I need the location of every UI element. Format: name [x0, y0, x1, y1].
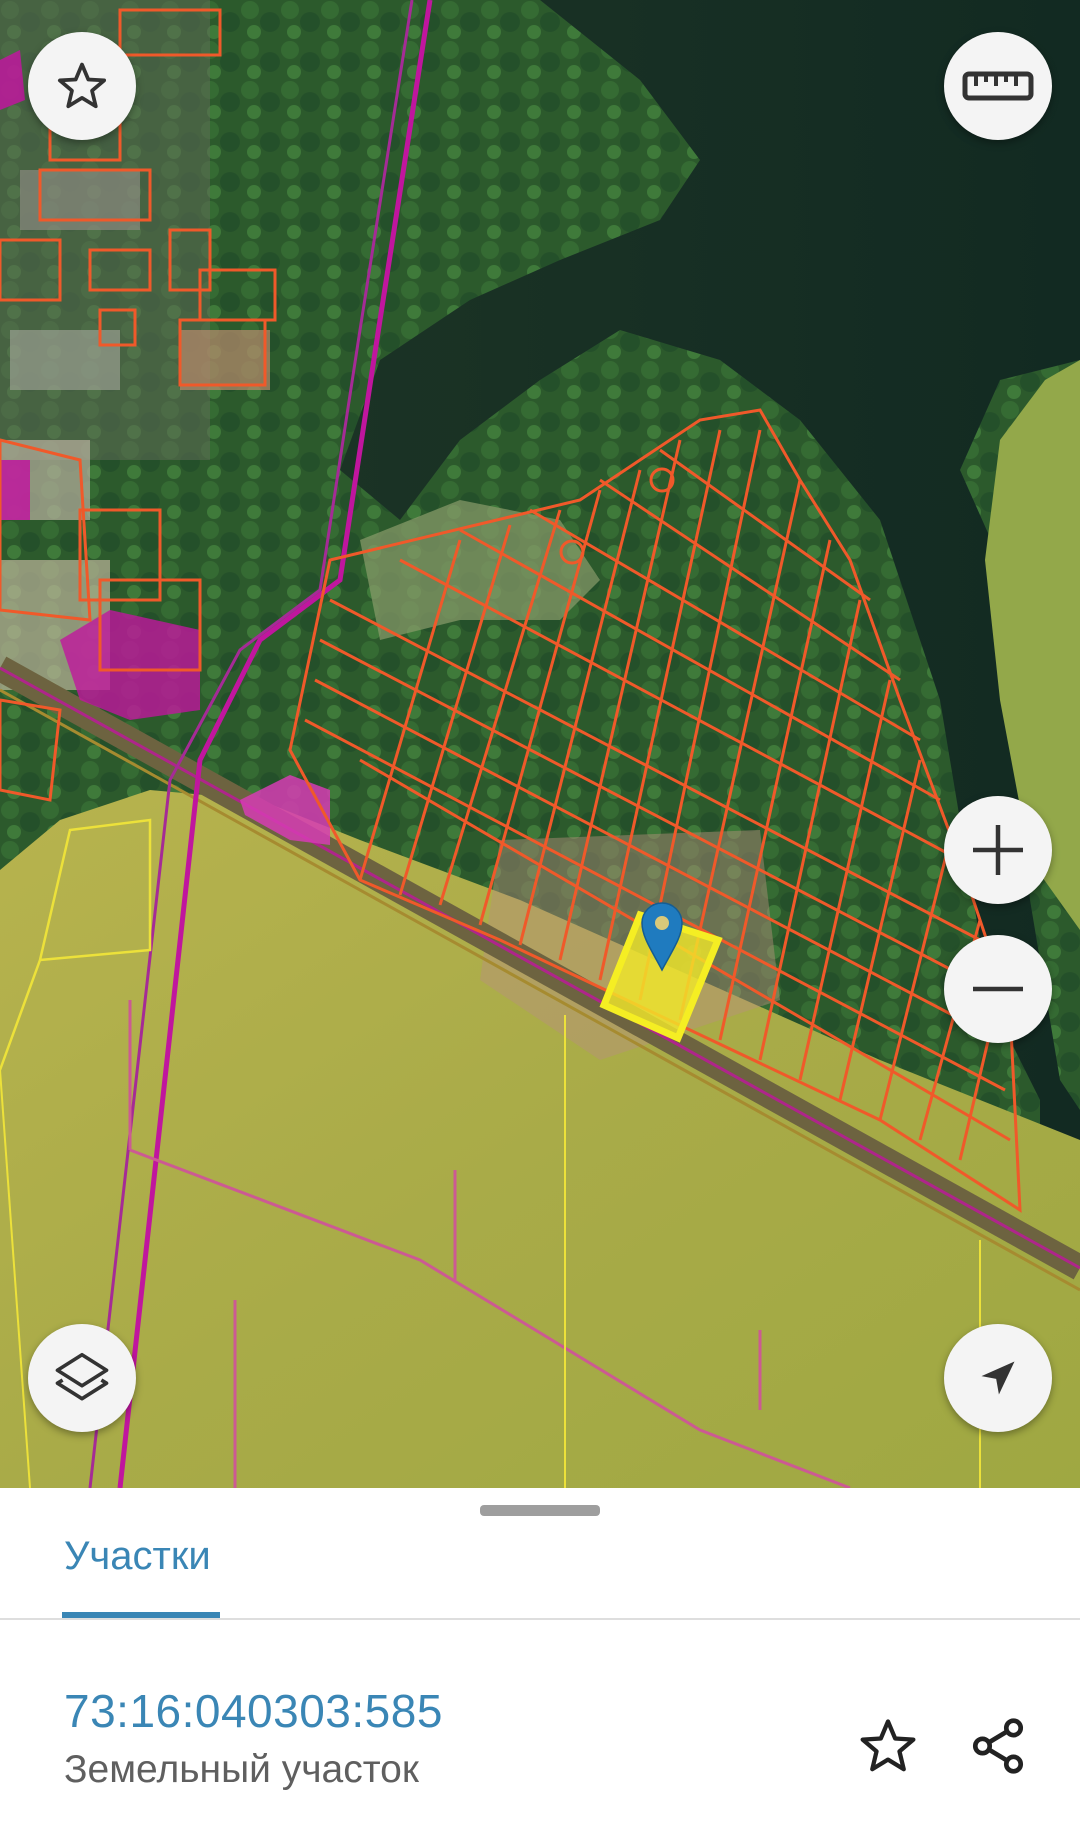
layers-button[interactable] — [28, 1324, 136, 1432]
add-to-favorites-button[interactable] — [848, 1706, 928, 1786]
ruler-icon — [962, 71, 1034, 101]
my-location-button[interactable] — [944, 1324, 1052, 1432]
star-outline-icon — [860, 1719, 916, 1772]
share-icon — [972, 1718, 1024, 1774]
sheet-drag-handle[interactable] — [480, 1505, 600, 1516]
share-button[interactable] — [958, 1706, 1038, 1786]
measure-button[interactable] — [944, 32, 1052, 140]
minus-icon — [973, 986, 1023, 992]
favorite-button[interactable] — [28, 32, 136, 140]
bottom-sheet: Участки 73:16:040303:585 Земельный участ… — [0, 1488, 1080, 1845]
zoom-in-button[interactable] — [944, 796, 1052, 904]
zoom-out-button[interactable] — [944, 935, 1052, 1043]
plus-icon — [973, 825, 1023, 875]
satellite-map[interactable] — [0, 0, 1080, 1488]
app-root: Участки 73:16:040303:585 Земельный участ… — [0, 0, 1080, 1845]
tabs-divider — [0, 1618, 1080, 1620]
layers-icon — [55, 1352, 109, 1401]
parcel-cadastral-number[interactable]: 73:16:040303:585 — [64, 1683, 443, 1739]
parcel-type-label: Земельный участок — [64, 1748, 419, 1791]
navigation-arrow-icon — [981, 1361, 1015, 1395]
tab-parcels[interactable]: Участки — [64, 1532, 211, 1608]
star-outline-icon — [57, 62, 107, 109]
map-view[interactable] — [0, 0, 1080, 1488]
tab-parcels-label: Участки — [64, 1534, 211, 1578]
